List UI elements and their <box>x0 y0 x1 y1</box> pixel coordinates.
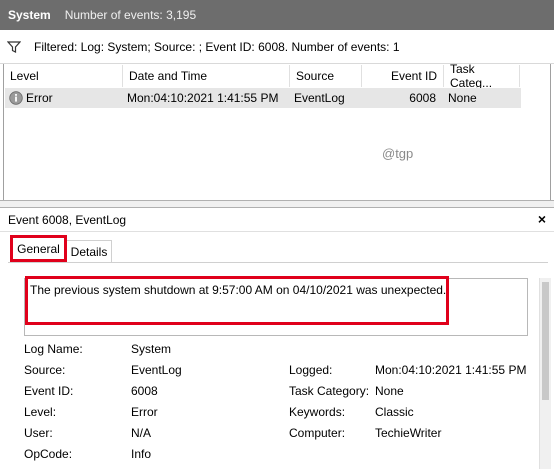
task-category-label: Task Category: <box>289 384 370 398</box>
event-id-label: Event ID: <box>24 384 74 398</box>
user-label: User: <box>24 426 53 440</box>
keywords-label: Keywords: <box>289 405 346 419</box>
filter-bar: Filtered: Log: System; Source: ; Event I… <box>0 30 554 64</box>
close-icon[interactable]: × <box>538 211 546 227</box>
event-count: Number of events: 3,195 <box>64 8 197 22</box>
level-label: Level: <box>24 405 57 419</box>
task-category-value: None <box>375 384 404 398</box>
column-level[interactable]: Level <box>4 65 123 87</box>
opcode-label: OpCode: <box>24 447 73 461</box>
source-label: Source: <box>24 363 66 377</box>
watermark: @tgp <box>382 146 414 161</box>
column-event-id[interactable]: Event ID <box>362 65 444 87</box>
log-name: System <box>8 8 51 22</box>
log-name-label: Log Name: <box>24 342 83 356</box>
tab-general[interactable]: General <box>10 235 67 262</box>
row-date-time: Mon:04:10:2021 1:41:55 PM <box>127 91 279 105</box>
logged-value: Mon:04:10:2021 1:41:55 PM <box>375 363 527 377</box>
row-task-category: None <box>448 91 477 105</box>
filter-text: Filtered: Log: System; Source: ; Event I… <box>34 39 400 54</box>
detail-scrollbar[interactable] <box>539 278 551 469</box>
highlight-box <box>25 276 449 325</box>
tab-details[interactable]: Details <box>66 240 112 262</box>
event-id-value: 6008 <box>131 384 158 398</box>
level-value: Error <box>131 405 158 419</box>
event-list: Level Date and Time Source Event ID Task… <box>3 62 551 200</box>
scrollbar-thumb[interactable] <box>542 282 549 400</box>
column-source[interactable]: Source <box>290 65 362 87</box>
row-level: Error <box>26 91 53 105</box>
log-title-bar: System Number of events: 3,195 <box>0 0 554 30</box>
logged-label: Logged: <box>289 363 333 377</box>
event-detail-header: Event 6008, EventLog × <box>0 208 554 232</box>
table-row[interactable]: Error Mon:04:10:2021 1:41:55 PM EventLog… <box>5 88 521 108</box>
source-value: EventLog <box>131 363 182 377</box>
log-name-value: System <box>131 342 172 356</box>
info-icon <box>9 91 23 105</box>
row-source: EventLog <box>294 91 345 105</box>
opcode-value: Info <box>131 447 152 461</box>
filter-icon[interactable] <box>7 40 21 54</box>
user-value: N/A <box>131 426 152 440</box>
row-event-id: 6008 <box>409 91 436 105</box>
column-date-time[interactable]: Date and Time <box>123 65 290 87</box>
computer-value: TechieWriter <box>375 426 442 440</box>
column-task-category[interactable]: Task Categ... <box>444 62 520 90</box>
pane-splitter[interactable] <box>0 200 554 208</box>
event-detail-title: Event 6008, EventLog <box>8 212 127 227</box>
keywords-value: Classic <box>375 405 414 419</box>
computer-label: Computer: <box>289 426 346 440</box>
